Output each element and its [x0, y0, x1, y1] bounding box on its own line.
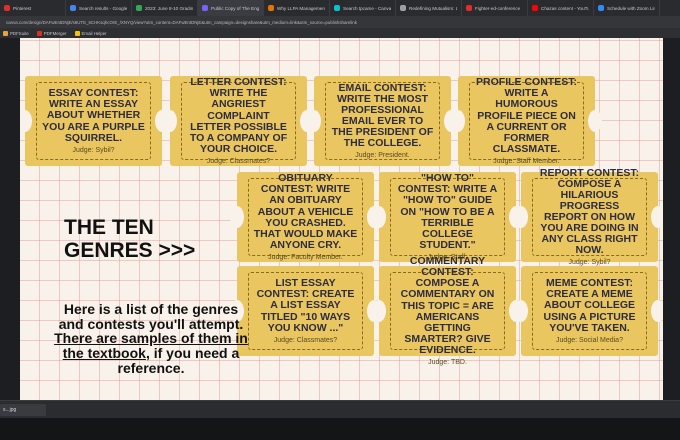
bookmarks-bar: PDFSuite PDFMerger Email Helper: [0, 28, 680, 38]
ticket-judge: Judge: Faculty Member.: [268, 253, 343, 261]
tab-title: Search tpcame - Canva: [343, 5, 391, 11]
ticket-letter: LETTER CONTEST: WRITE THE ANGRIEST COMPL…: [163, 76, 314, 166]
tab-title: Chazas content - YouTube: [541, 5, 589, 11]
tab-favicon-icon: [4, 5, 10, 11]
address-bar[interactable]: canva.com/design/DAFwEntDNjE/s8UTE_6CHKs…: [0, 16, 680, 28]
ticket-judge: Judge: Staff Member.: [493, 157, 560, 165]
bookmark-item[interactable]: PDFSuite: [3, 30, 29, 36]
tab-title: Fighter-ed-conference: [475, 5, 521, 11]
ticket-title: COMMENTARY CONTEST: COMPOSE A COMMENTARY…: [400, 255, 495, 356]
download-item[interactable]: s...jpg: [0, 404, 46, 416]
ticket-essay: ESSAY CONTEST: WRITE AN ESSAY ABOUT WHET…: [20, 76, 169, 166]
tab-favicon-icon: [466, 5, 472, 11]
browser-tab[interactable]: Fighter-ed-conference: [462, 0, 528, 16]
ticket-title: PROFILE CONTEST: WRITE A HUMOROUS PROFIL…: [476, 76, 577, 155]
tab-title: Public Copy of The Engl: [211, 5, 259, 11]
browser-tab[interactable]: Pinterest: [0, 0, 66, 16]
url-text[interactable]: canva.com/design/DAFwEntDNjE/s8UTE_6CHKs…: [0, 20, 666, 25]
tab-favicon-icon: [268, 5, 274, 11]
ticket-commentary: COMMENTARY CONTEST: COMPOSE A COMMENTARY…: [372, 256, 523, 366]
browser-tab[interactable]: Search tpcame - Canva: [330, 0, 396, 16]
tab-favicon-icon: [598, 5, 604, 11]
tab-favicon-icon: [532, 5, 538, 11]
ticket-title: LETTER CONTEST: WRITE THE ANGRIEST COMPL…: [189, 76, 288, 155]
bookmark-label: PDFSuite: [10, 30, 29, 36]
ticket-list-essay: LIST ESSAY CONTEST: CREATE A LIST ESSAY …: [230, 266, 381, 356]
tab-title: 2023: June 8-10 Grading: [145, 5, 193, 11]
browser-tab[interactable]: Chazas content - YouTube: [528, 0, 594, 16]
tab-title: Pinterest: [13, 5, 32, 11]
download-filename: s...jpg: [3, 407, 17, 413]
intro-text: Here is a list of the genres and contest…: [58, 301, 244, 332]
ticket-title: LIST ESSAY CONTEST: CREATE A LIST ESSAY …: [256, 277, 355, 334]
ticket-title: MEME CONTEST: CREATE A MEME ABOUT COLLEG…: [543, 277, 636, 334]
ticket-title: EMAIL CONTEST: WRITE THE MOST PROFESSION…: [331, 81, 434, 150]
ticket-judge: Judge: Sybil?: [568, 259, 611, 267]
tab-title: Why LLPA Management: [277, 5, 325, 11]
browser-tab[interactable]: Search results - Google: [66, 0, 132, 16]
ticket-judge: Judge: Social Media?: [556, 336, 623, 344]
tab-title: Search results - Google: [79, 5, 127, 11]
tab-favicon-icon: [400, 5, 406, 11]
tab-bar: Pinterest Search results - Google 2023: Ju…: [0, 0, 680, 16]
ticket-judge: Judge: Classmates?: [206, 157, 271, 165]
ticket-title: REPORT CONTEST: COMPOSE A HILARIOUS PROG…: [539, 166, 640, 257]
ticket-obituary: OBITUARY CONTEST: WRITE AN OBITUARY ABOU…: [230, 172, 381, 262]
slide-headline: THE TEN GENRES >>>: [64, 216, 196, 263]
ticket-email: EMAIL CONTEST: WRITE THE MOST PROFESSION…: [307, 76, 458, 166]
browser-tab[interactable]: Redefining Mutualism: Lan: [396, 0, 462, 16]
tab-title: Redefining Mutualism: Lan: [409, 5, 457, 11]
tab-favicon-icon: [202, 5, 208, 11]
bookmark-icon: [74, 30, 80, 36]
bookmark-item[interactable]: Email Helper: [74, 30, 107, 36]
ticket-title: ESSAY CONTEST: WRITE AN ESSAY ABOUT WHET…: [42, 87, 145, 144]
tab-favicon-icon: [136, 5, 142, 11]
browser-tab[interactable]: Public Copy of The Engl: [198, 0, 264, 16]
os-taskbar: [0, 418, 680, 440]
bookmark-icon: [3, 30, 8, 36]
browser-tab[interactable]: Why LLPA Management: [264, 0, 330, 16]
ticket-judge: Judge: President.: [355, 152, 410, 160]
ticket-judge: Judge: Sybil?: [72, 146, 115, 154]
ticket-title: "HOW TO" CONTEST: WRITE A "HOW TO" GUIDE…: [397, 172, 498, 251]
downloads-bar: s...jpg: [0, 400, 680, 419]
tab-title: Schedule with Zoom Lim: [607, 5, 655, 11]
browser-tab[interactable]: Schedule with Zoom Lim: [594, 0, 660, 16]
ticket-judge: Judge: Classmates?: [273, 336, 338, 344]
ticket-profile: PROFILE CONTEST: WRITE A HUMOROUS PROFIL…: [451, 76, 602, 166]
slide-canvas: ESSAY CONTEST: WRITE AN ESSAY ABOUT WHET…: [20, 38, 663, 400]
ticket-meme: MEME CONTEST: CREATE A MEME ABOUT COLLEG…: [514, 266, 663, 356]
bookmark-item[interactable]: PDFMerger: [36, 30, 67, 36]
ticket-how-to: "HOW TO" CONTEST: WRITE A "HOW TO" GUIDE…: [372, 172, 523, 262]
ticket-report: REPORT CONTEST: COMPOSE A HILARIOUS PROG…: [514, 167, 663, 266]
browser-tab[interactable]: 2023: June 8-10 Grading: [132, 0, 198, 16]
ticket-judge: Judge: TBD.: [428, 358, 467, 366]
bookmark-label: PDFMerger: [43, 30, 67, 36]
tab-favicon-icon: [334, 5, 340, 11]
ticket-title: OBITUARY CONTEST: WRITE AN OBITUARY ABOU…: [253, 172, 358, 251]
bookmark-label: Email Helper: [81, 30, 107, 36]
bookmark-icon: [36, 30, 42, 36]
slide-intro: Here is a list of the genres and contest…: [52, 302, 250, 375]
tab-favicon-icon: [70, 5, 76, 11]
